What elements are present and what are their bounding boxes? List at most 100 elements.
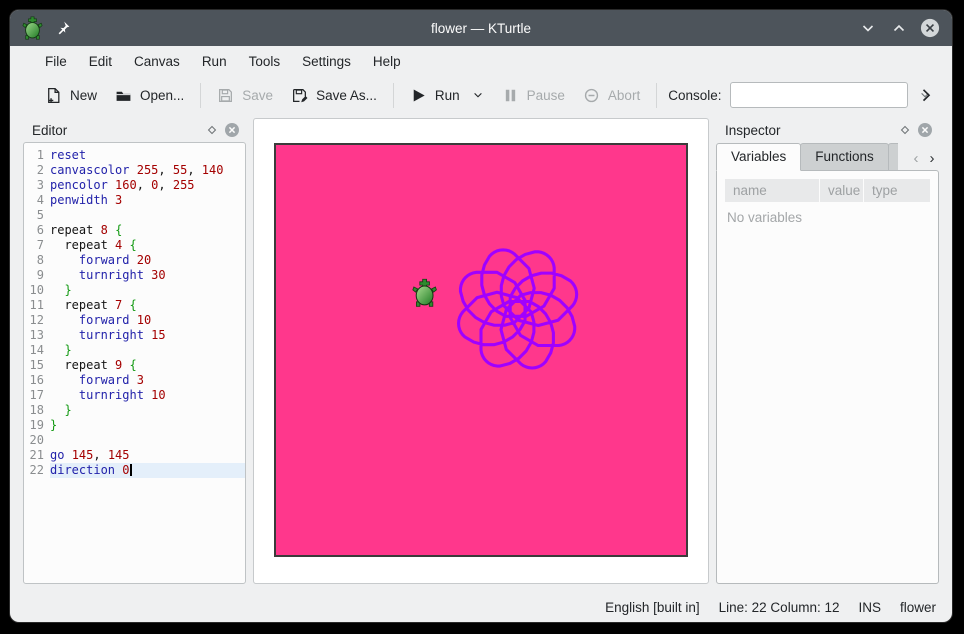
code-line-17[interactable]: 17 turnright 10	[24, 388, 245, 403]
code-text: turnright 10	[50, 388, 245, 403]
line-number: 22	[24, 463, 50, 478]
tab-functions[interactable]: Functions	[800, 143, 889, 171]
code-text: }	[50, 403, 245, 418]
chevron-down-icon[interactable]	[472, 89, 484, 101]
statusbar: English [built in]Line: 22 Column: 12INS…	[10, 592, 952, 622]
tab-variables[interactable]: Variables	[716, 143, 801, 171]
column-header-value[interactable]: value	[820, 179, 864, 202]
code-line-20[interactable]: 20	[24, 433, 245, 448]
abort-button[interactable]: Abort	[574, 82, 649, 109]
status-item-1: Line: 22 Column: 12	[719, 600, 840, 615]
turtle-app-icon[interactable]	[22, 16, 43, 40]
titlebar[interactable]: flower — KTurtle	[10, 10, 952, 46]
line-number: 5	[24, 208, 50, 223]
status-item-2: INS	[858, 600, 881, 615]
code-text: }	[50, 283, 245, 298]
inspector-dock-header[interactable]: Inspector	[716, 118, 939, 142]
pause-icon	[502, 87, 519, 104]
code-line-3[interactable]: 3pencolor 160, 0, 255	[24, 178, 245, 193]
code-line-9[interactable]: 9 turnright 30	[24, 268, 245, 283]
new-document-icon	[45, 87, 62, 104]
pin-icon[interactable]	[55, 20, 71, 36]
pause-button[interactable]: Pause	[493, 82, 574, 109]
tab-scroll-left-icon[interactable]: ‹	[909, 150, 923, 167]
code-text: }	[50, 343, 245, 358]
code-text: repeat 7 {	[50, 298, 245, 313]
menu-edit[interactable]: Edit	[78, 49, 123, 74]
menu-canvas[interactable]: Canvas	[123, 49, 191, 74]
line-number: 17	[24, 388, 50, 403]
menu-help[interactable]: Help	[362, 49, 412, 74]
line-number: 11	[24, 298, 50, 313]
code-line-10[interactable]: 10 }	[24, 283, 245, 298]
code-line-13[interactable]: 13 turnright 15	[24, 328, 245, 343]
abort-icon	[583, 87, 600, 104]
code-line-12[interactable]: 12 forward 10	[24, 313, 245, 328]
line-number: 9	[24, 268, 50, 283]
save-button[interactable]: Save	[208, 82, 282, 109]
code-line-7[interactable]: 7 repeat 4 {	[24, 238, 245, 253]
code-line-5[interactable]: 5	[24, 208, 245, 223]
save-as-button[interactable]: Save As...	[282, 82, 386, 109]
new-label: New	[70, 88, 97, 103]
code-text: turnright 30	[50, 268, 245, 283]
code-text: go 145, 145	[50, 448, 245, 463]
toolbar-overflow-button[interactable]	[914, 82, 938, 108]
code-line-11[interactable]: 11 repeat 7 {	[24, 298, 245, 313]
code-line-14[interactable]: 14 }	[24, 343, 245, 358]
toolbar: New Open... SaveSave As... RunPauseAbort Con…	[10, 76, 952, 114]
canvas-drawing[interactable]	[276, 145, 686, 555]
window-title: flower — KTurtle	[10, 21, 952, 36]
code-editor[interactable]: 1reset2canvascolor 255, 55, 1403pencolor…	[23, 142, 246, 584]
tab-scroll-right-icon[interactable]: ›	[925, 150, 939, 167]
column-header-name[interactable]: name	[725, 179, 820, 202]
console-label: Console:	[668, 88, 721, 103]
code-text: repeat 9 {	[50, 358, 245, 373]
code-line-18[interactable]: 18 }	[24, 403, 245, 418]
code-text: direction 0	[50, 463, 245, 478]
editor-dock-header[interactable]: Editor	[23, 118, 246, 142]
menu-settings[interactable]: Settings	[291, 49, 362, 74]
close-dock-icon[interactable]	[222, 121, 242, 139]
console-combobox[interactable]	[730, 82, 908, 108]
menu-tools[interactable]: Tools	[238, 49, 292, 74]
code-line-16[interactable]: 16 forward 3	[24, 373, 245, 388]
code-text: penwidth 3	[50, 193, 245, 208]
line-number: 20	[24, 433, 50, 448]
code-line-4[interactable]: 4penwidth 3	[24, 193, 245, 208]
code-line-1[interactable]: 1reset	[24, 148, 245, 163]
open-label: Open...	[140, 88, 184, 103]
close-icon[interactable]	[920, 18, 940, 38]
menu-run[interactable]: Run	[191, 49, 238, 74]
column-header-type[interactable]: type	[864, 179, 930, 202]
menu-file[interactable]: File	[34, 49, 78, 74]
tab-clipped[interactable]	[888, 143, 898, 171]
editor-dock-title: Editor	[32, 123, 67, 138]
line-number: 19	[24, 418, 50, 433]
console-input[interactable]	[731, 83, 919, 107]
line-number: 6	[24, 223, 50, 238]
new-button[interactable]: New	[36, 82, 106, 109]
line-number: 14	[24, 343, 50, 358]
menubar: FileEditCanvasRunToolsSettingsHelp	[10, 46, 952, 76]
float-icon[interactable]	[202, 121, 222, 139]
maximize-chevron-icon[interactable]	[889, 18, 909, 38]
code-line-8[interactable]: 8 forward 20	[24, 253, 245, 268]
line-number: 8	[24, 253, 50, 268]
code-line-2[interactable]: 2canvascolor 255, 55, 140	[24, 163, 245, 178]
turtle-canvas[interactable]	[274, 143, 688, 557]
code-line-6[interactable]: 6repeat 8 {	[24, 223, 245, 238]
inspector-dock-title: Inspector	[725, 123, 781, 138]
code-text: repeat 4 {	[50, 238, 245, 253]
code-line-15[interactable]: 15 repeat 9 {	[24, 358, 245, 373]
float-icon[interactable]	[895, 121, 915, 139]
code-line-22[interactable]: 22direction 0	[24, 463, 245, 478]
run-button[interactable]: Run	[401, 82, 493, 109]
code-line-21[interactable]: 21go 145, 145	[24, 448, 245, 463]
open-button[interactable]: Open...	[106, 82, 193, 109]
line-number: 16	[24, 373, 50, 388]
code-line-19[interactable]: 19}	[24, 418, 245, 433]
minimize-chevron-icon[interactable]	[858, 18, 878, 38]
toolbar-separator	[393, 83, 394, 108]
close-dock-icon[interactable]	[915, 121, 935, 139]
